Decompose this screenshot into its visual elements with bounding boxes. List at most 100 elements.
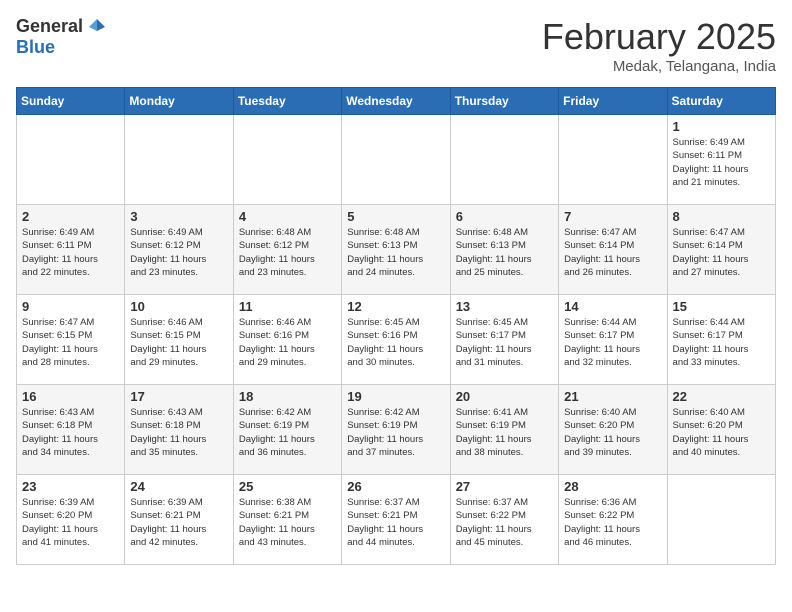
day-info: Sunrise: 6:46 AM Sunset: 6:15 PM Dayligh… <box>130 316 227 369</box>
calendar-cell <box>559 115 667 205</box>
day-info: Sunrise: 6:36 AM Sunset: 6:22 PM Dayligh… <box>564 496 661 549</box>
calendar-cell <box>125 115 233 205</box>
day-number: 8 <box>673 209 770 224</box>
day-info: Sunrise: 6:48 AM Sunset: 6:12 PM Dayligh… <box>239 226 336 279</box>
day-number: 4 <box>239 209 336 224</box>
day-info: Sunrise: 6:43 AM Sunset: 6:18 PM Dayligh… <box>22 406 119 459</box>
calendar-cell: 4 Sunrise: 6:48 AM Sunset: 6:12 PM Daylig… <box>233 205 341 295</box>
calendar-cell: 15 Sunrise: 6:44 AM Sunset: 6:17 PM Dayli… <box>667 295 775 385</box>
day-info: Sunrise: 6:42 AM Sunset: 6:19 PM Dayligh… <box>347 406 444 459</box>
day-number: 3 <box>130 209 227 224</box>
day-number: 6 <box>456 209 553 224</box>
day-number: 14 <box>564 299 661 314</box>
calendar-cell: 7 Sunrise: 6:47 AM Sunset: 6:14 PM Daylig… <box>559 205 667 295</box>
day-info: Sunrise: 6:37 AM Sunset: 6:21 PM Dayligh… <box>347 496 444 549</box>
day-number: 25 <box>239 479 336 494</box>
calendar-week-row: 2Sunrise: 6:49 AM Sunset: 6:11 PM Daylig… <box>17 205 776 295</box>
weekday-header: Wednesday <box>342 88 450 115</box>
weekday-header: Friday <box>559 88 667 115</box>
day-info: Sunrise: 6:44 AM Sunset: 6:17 PM Dayligh… <box>673 316 770 369</box>
calendar-cell: 12 Sunrise: 6:45 AM Sunset: 6:16 PM Dayli… <box>342 295 450 385</box>
day-number: 13 <box>456 299 553 314</box>
calendar-week-row: 9Sunrise: 6:47 AM Sunset: 6:15 PM Daylig… <box>17 295 776 385</box>
day-info: Sunrise: 6:49 AM Sunset: 6:12 PM Dayligh… <box>130 226 227 279</box>
calendar-week-row: 16 Sunrise: 6:43 AM Sunset: 6:18 PM Dayli… <box>17 385 776 475</box>
day-info: Sunrise: 6:48 AM Sunset: 6:13 PM Dayligh… <box>347 226 444 279</box>
day-info: Sunrise: 6:49 AM Sunset: 6:11 PM Dayligh… <box>673 136 770 189</box>
calendar-cell <box>233 115 341 205</box>
calendar-cell: 22 Sunrise: 6:40 AM Sunset: 6:20 PM Dayli… <box>667 385 775 475</box>
weekday-header: Monday <box>125 88 233 115</box>
day-number: 26 <box>347 479 444 494</box>
day-number: 18 <box>239 389 336 404</box>
calendar-cell: 3 Sunrise: 6:49 AM Sunset: 6:12 PM Daylig… <box>125 205 233 295</box>
day-number: 19 <box>347 389 444 404</box>
calendar-cell: 28 Sunrise: 6:36 AM Sunset: 6:22 PM Dayli… <box>559 475 667 565</box>
day-info: Sunrise: 6:47 AM Sunset: 6:14 PM Dayligh… <box>673 226 770 279</box>
day-number: 11 <box>239 299 336 314</box>
calendar-cell: 1 Sunrise: 6:49 AM Sunset: 6:11 PM Daylig… <box>667 115 775 205</box>
day-info: Sunrise: 6:45 AM Sunset: 6:17 PM Dayligh… <box>456 316 553 369</box>
calendar-cell <box>667 475 775 565</box>
day-number: 27 <box>456 479 553 494</box>
calendar-cell: 19 Sunrise: 6:42 AM Sunset: 6:19 PM Dayli… <box>342 385 450 475</box>
weekday-header: Tuesday <box>233 88 341 115</box>
day-number: 22 <box>673 389 770 404</box>
day-info: Sunrise: 6:43 AM Sunset: 6:18 PM Dayligh… <box>130 406 227 459</box>
calendar-cell: 8 Sunrise: 6:47 AM Sunset: 6:14 PM Daylig… <box>667 205 775 295</box>
day-number: 20 <box>456 389 553 404</box>
day-info: Sunrise: 6:44 AM Sunset: 6:17 PM Dayligh… <box>564 316 661 369</box>
day-info: Sunrise: 6:39 AM Sunset: 6:21 PM Dayligh… <box>130 496 227 549</box>
calendar-week-row: 1 Sunrise: 6:49 AM Sunset: 6:11 PM Daylig… <box>17 115 776 205</box>
calendar-cell: 9Sunrise: 6:47 AM Sunset: 6:15 PM Daylig… <box>17 295 125 385</box>
day-number: 5 <box>347 209 444 224</box>
calendar-cell: 21Sunrise: 6:40 AM Sunset: 6:20 PM Dayli… <box>559 385 667 475</box>
calendar-cell: 14 Sunrise: 6:44 AM Sunset: 6:17 PM Dayli… <box>559 295 667 385</box>
day-number: 1 <box>673 119 770 134</box>
logo-general-text: General <box>16 16 83 37</box>
weekday-header: Sunday <box>17 88 125 115</box>
calendar-cell <box>342 115 450 205</box>
calendar-cell <box>450 115 558 205</box>
day-info: Sunrise: 6:37 AM Sunset: 6:22 PM Dayligh… <box>456 496 553 549</box>
day-info: Sunrise: 6:40 AM Sunset: 6:20 PM Dayligh… <box>673 406 770 459</box>
day-info: Sunrise: 6:48 AM Sunset: 6:13 PM Dayligh… <box>456 226 553 279</box>
calendar-week-row: 23Sunrise: 6:39 AM Sunset: 6:20 PM Dayli… <box>17 475 776 565</box>
logo-icon <box>87 17 107 37</box>
weekday-header-row: SundayMondayTuesdayWednesdayThursdayFrid… <box>17 88 776 115</box>
day-number: 15 <box>673 299 770 314</box>
calendar-cell: 11 Sunrise: 6:46 AM Sunset: 6:16 PM Dayli… <box>233 295 341 385</box>
day-info: Sunrise: 6:40 AM Sunset: 6:20 PM Dayligh… <box>564 406 661 459</box>
day-number: 28 <box>564 479 661 494</box>
title-block: February 2025 Medak, Telangana, India <box>542 16 776 75</box>
day-number: 9 <box>22 299 119 314</box>
day-info: Sunrise: 6:49 AM Sunset: 6:11 PM Dayligh… <box>22 226 119 279</box>
calendar-cell: 6 Sunrise: 6:48 AM Sunset: 6:13 PM Daylig… <box>450 205 558 295</box>
day-number: 17 <box>130 389 227 404</box>
month-title: February 2025 <box>542 16 776 58</box>
location-text: Medak, Telangana, India <box>542 58 776 75</box>
day-info: Sunrise: 6:47 AM Sunset: 6:14 PM Dayligh… <box>564 226 661 279</box>
calendar-cell: 18 Sunrise: 6:42 AM Sunset: 6:19 PM Dayli… <box>233 385 341 475</box>
day-info: Sunrise: 6:42 AM Sunset: 6:19 PM Dayligh… <box>239 406 336 459</box>
logo-blue-text: Blue <box>16 37 55 58</box>
day-info: Sunrise: 6:46 AM Sunset: 6:16 PM Dayligh… <box>239 316 336 369</box>
day-number: 24 <box>130 479 227 494</box>
calendar-cell: 16 Sunrise: 6:43 AM Sunset: 6:18 PM Dayli… <box>17 385 125 475</box>
calendar-cell: 20Sunrise: 6:41 AM Sunset: 6:19 PM Dayli… <box>450 385 558 475</box>
calendar-cell: 17 Sunrise: 6:43 AM Sunset: 6:18 PM Dayli… <box>125 385 233 475</box>
calendar-cell: 27 Sunrise: 6:37 AM Sunset: 6:22 PM Dayli… <box>450 475 558 565</box>
day-info: Sunrise: 6:39 AM Sunset: 6:20 PM Dayligh… <box>22 496 119 549</box>
calendar-cell: 10Sunrise: 6:46 AM Sunset: 6:15 PM Dayli… <box>125 295 233 385</box>
calendar-cell: 26 Sunrise: 6:37 AM Sunset: 6:21 PM Dayli… <box>342 475 450 565</box>
day-info: Sunrise: 6:45 AM Sunset: 6:16 PM Dayligh… <box>347 316 444 369</box>
logo: General Blue <box>16 16 107 58</box>
calendar-cell <box>17 115 125 205</box>
day-number: 7 <box>564 209 661 224</box>
day-number: 12 <box>347 299 444 314</box>
weekday-header: Saturday <box>667 88 775 115</box>
weekday-header: Thursday <box>450 88 558 115</box>
day-number: 16 <box>22 389 119 404</box>
calendar-cell: 23Sunrise: 6:39 AM Sunset: 6:20 PM Dayli… <box>17 475 125 565</box>
calendar-cell: 2Sunrise: 6:49 AM Sunset: 6:11 PM Daylig… <box>17 205 125 295</box>
